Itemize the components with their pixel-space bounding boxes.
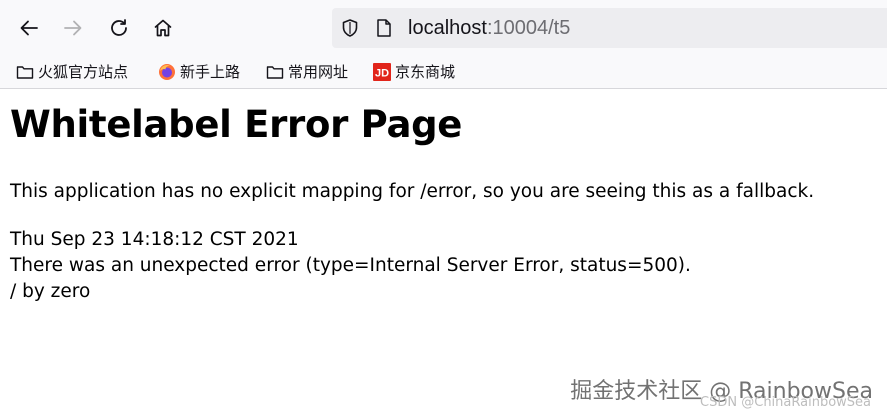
jd-icon-text: JD	[375, 68, 389, 80]
bookmark-common-sites[interactable]: 常用网址	[266, 61, 348, 83]
page-content: Whitelabel Error Page This application h…	[0, 89, 887, 417]
arrow-right-icon	[64, 20, 82, 36]
page-title: Whitelabel Error Page	[10, 103, 463, 146]
bookmark-label: 火狐官方站点	[38, 63, 129, 81]
folder-icon	[16, 63, 34, 81]
url-bar[interactable]: localhost:10004/t5	[332, 8, 887, 48]
jd-icon: JD	[373, 63, 391, 81]
reload-icon	[111, 19, 127, 36]
error-detail: / by zero	[10, 281, 91, 302]
bookmark-firefox-official[interactable]: 火狐官方站点	[16, 61, 128, 83]
bookmark-jd-mall[interactable]: JD 京东商城	[373, 61, 455, 83]
firefox-icon	[158, 63, 176, 81]
watermark-small: CSDN @ChinaRainbowSea	[700, 395, 871, 410]
home-icon	[154, 19, 172, 37]
error-message: This application has no explicit mapping…	[10, 181, 815, 202]
browser-window: localhost:10004/t5 火狐官方站点 新手上路 常用网址 JD 京…	[0, 0, 887, 417]
forward-button[interactable]	[58, 13, 88, 43]
url-text[interactable]: localhost:10004/t5	[408, 17, 570, 39]
browser-toolbar: localhost:10004/t5	[0, 0, 887, 56]
bookmark-getting-started[interactable]: 新手上路	[158, 61, 240, 83]
error-timestamp: Thu Sep 23 14:18:12 CST 2021	[10, 229, 299, 250]
bookmarks-toolbar: 火狐官方站点 新手上路 常用网址 JD 京东商城	[0, 56, 887, 89]
back-button[interactable]	[14, 13, 44, 43]
bookmark-label: 京东商城	[395, 63, 456, 81]
home-button[interactable]	[148, 13, 178, 43]
bookmark-label: 新手上路	[180, 63, 241, 81]
folder-icon	[266, 63, 284, 81]
bookmark-label: 常用网址	[288, 63, 349, 81]
reload-button[interactable]	[104, 13, 134, 43]
url-host: localhost	[408, 17, 487, 39]
url-path: :10004/t5	[486, 17, 571, 39]
error-summary: There was an unexpected error (type=Inte…	[10, 255, 691, 276]
arrow-left-icon	[20, 20, 38, 36]
page-icon[interactable]	[374, 18, 394, 38]
shield-icon[interactable]	[340, 18, 360, 38]
